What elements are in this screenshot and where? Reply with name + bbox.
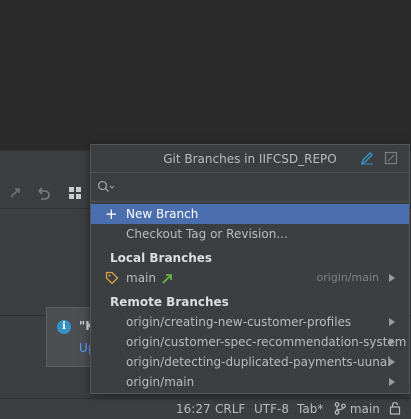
git-branch-widget[interactable]: main: [334, 402, 380, 416]
local-branch-main[interactable]: main origin/main: [91, 268, 409, 288]
group-by-icon[interactable]: [66, 184, 84, 202]
remote-branch-name: origin/detecting-duplicated-payments-uun…: [126, 355, 391, 369]
window-icon[interactable]: [383, 151, 399, 167]
remote-branches-header: Remote Branches: [110, 295, 229, 309]
checkout-tag-label: Checkout Tag or Revision...: [126, 227, 288, 241]
branch-icon: [334, 402, 346, 415]
push-arrow-icon[interactable]: [8, 184, 26, 202]
remote-branch-name: origin/customer-spec-recommendation-syst…: [126, 335, 407, 349]
pencil-icon[interactable]: [359, 151, 375, 167]
search-row: [91, 173, 409, 202]
tag-icon: [105, 271, 119, 285]
submenu-arrow-icon: [389, 358, 395, 366]
submenu-arrow-icon: [389, 318, 395, 326]
git-branches-popup: Git Branches in IIFCSD_REPO + New Branch…: [90, 144, 410, 394]
popup-header: Git Branches in IIFCSD_REPO: [91, 145, 409, 173]
submenu-arrow-icon: [389, 274, 395, 282]
tracking-branch: origin/main: [316, 271, 379, 284]
new-branch-label: New Branch: [126, 207, 199, 221]
plus-icon: +: [105, 205, 118, 223]
undo-icon[interactable]: [34, 184, 52, 202]
caret-position[interactable]: 16:27: [176, 402, 211, 416]
checkout-tag-item[interactable]: Checkout Tag or Revision...: [91, 224, 409, 244]
search-icon: [97, 180, 115, 194]
branch-name: main: [349, 402, 380, 416]
line-separator[interactable]: CRLF: [215, 402, 245, 416]
indent-setting[interactable]: Tab*: [297, 402, 323, 416]
local-branches-header: Local Branches: [110, 251, 213, 265]
new-branch-item[interactable]: + New Branch: [91, 204, 409, 224]
editor-area: [0, 0, 411, 150]
submenu-arrow-icon: [389, 378, 395, 386]
info-icon: i: [57, 320, 71, 334]
remote-branch-item[interactable]: origin/main: [91, 372, 409, 392]
remote-branch-name: origin/creating-new-customer-profiles: [126, 315, 352, 329]
remote-branch-item[interactable]: origin/detecting-duplicated-payments-uun…: [91, 352, 409, 372]
status-bar: 16:27 CRLF UTF-8 Tab* main: [0, 398, 411, 419]
lock-icon[interactable]: [389, 401, 401, 418]
remote-branch-name: origin/main: [126, 375, 195, 389]
file-encoding[interactable]: UTF-8: [254, 402, 289, 416]
outgoing-arrow-icon: [161, 271, 173, 284]
local-branch-name: main: [126, 271, 156, 285]
remote-branch-item[interactable]: origin/customer-spec-recommendation-syst…: [91, 332, 409, 352]
submenu-arrow-icon: [389, 338, 395, 346]
remote-branch-item[interactable]: origin/creating-new-customer-profiles: [91, 312, 409, 332]
branch-search-input[interactable]: [119, 177, 399, 197]
